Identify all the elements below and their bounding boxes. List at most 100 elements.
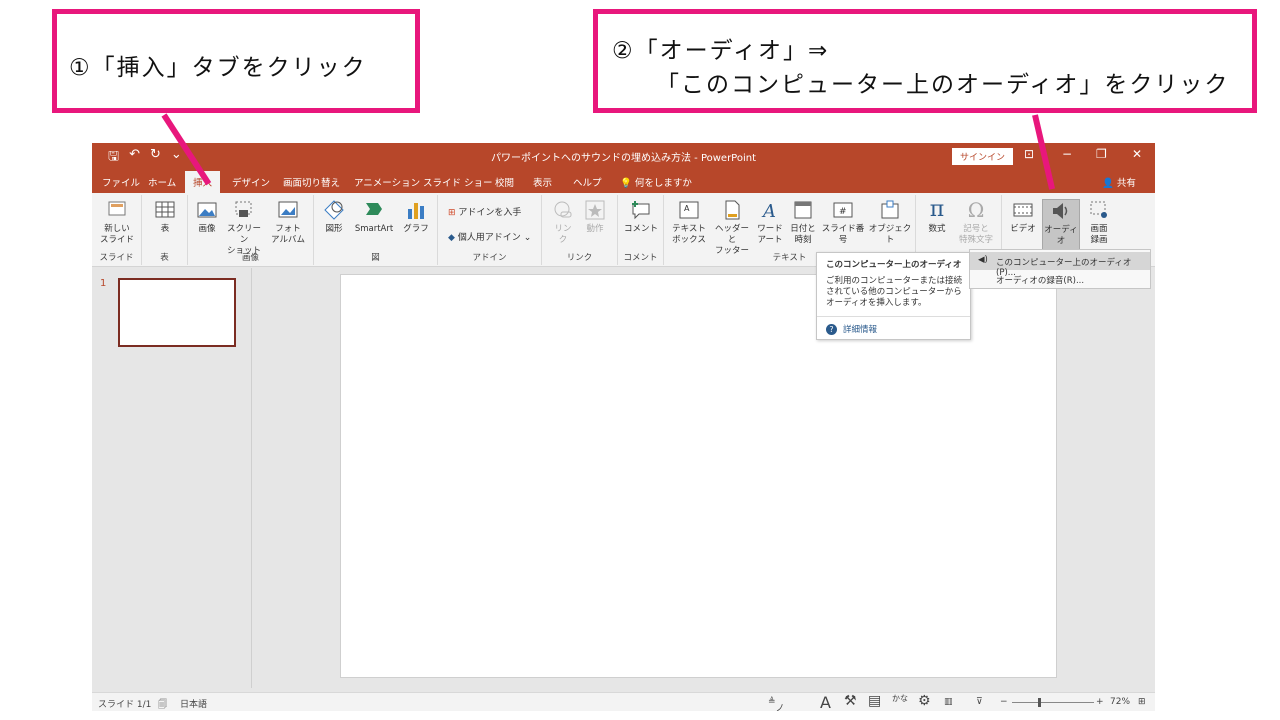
get-addins-button[interactable]: ⊞ アドインを入手 <box>448 205 521 218</box>
share-button[interactable]: 👤 共有 <box>1102 175 1136 189</box>
screen-record-label-1: 画面 <box>1090 224 1108 234</box>
slide-thumbnail[interactable] <box>118 278 236 347</box>
font-size-icon[interactable]: A <box>820 693 831 711</box>
tab-home[interactable]: ホーム <box>148 175 176 189</box>
reading-view-icon[interactable]: ▥ <box>944 697 953 707</box>
header-footer-icon <box>725 200 740 220</box>
ribbon-display-icon[interactable]: ⊡ <box>1024 147 1034 161</box>
chart-button[interactable]: グラフ <box>402 199 430 235</box>
audio-button[interactable]: オーディオ <box>1042 199 1080 253</box>
smartart-button[interactable]: SmartArt <box>350 199 398 235</box>
fit-slide-icon[interactable]: ⊞ <box>1138 697 1146 707</box>
slide-number-icon: # <box>833 202 853 218</box>
slide-number-button[interactable]: # スライド番号 <box>820 199 866 246</box>
object-button[interactable]: オブジェクト <box>868 199 912 246</box>
menu-item-record-audio-label: オーディオの録音(R)... <box>996 276 1085 286</box>
chart-label: グラフ <box>403 224 429 234</box>
wordart-label-1: ワード <box>757 224 783 234</box>
signin-button[interactable]: サインイン <box>952 148 1014 165</box>
menu-item-audio-on-pc[interactable]: ◀) このコンピューター上のオーディオ(P)... <box>970 252 1150 278</box>
tab-file[interactable]: ファイル <box>102 175 140 189</box>
wordart-button[interactable]: A ワード アート <box>754 199 786 246</box>
tab-help[interactable]: ヘルプ <box>573 175 602 189</box>
symbol-button[interactable]: Ω 記号と 特殊文字 <box>954 199 998 246</box>
screenshot-button[interactable]: スクリーン ショット <box>224 199 264 257</box>
zoom-slider[interactable] <box>1012 702 1094 703</box>
link-button[interactable]: リン ク <box>550 199 576 246</box>
image-icon <box>197 202 217 218</box>
new-slide-icon <box>108 201 126 216</box>
get-addins-label: アドインを入手 <box>458 208 522 218</box>
photo-album-label-1: フォト <box>275 224 301 234</box>
action-button[interactable]: 動作 <box>582 199 608 235</box>
group-images-label: 画像 <box>241 253 259 263</box>
callout-step1-text: ①「挿入」タブをクリック <box>69 55 367 81</box>
tab-transitions[interactable]: 画面切り替え <box>283 175 340 189</box>
zoom-level[interactable]: 72% <box>1110 697 1130 707</box>
my-addins-button[interactable]: ◆ 個人用アドイン ⌄ <box>448 230 531 243</box>
group-images: 画像 スクリーン ショット フォト アルバム 画像 <box>188 195 314 265</box>
tab-view[interactable]: 表示 <box>533 175 552 189</box>
header-footer-label-1: ヘッダーと <box>714 224 749 245</box>
textbox-button[interactable]: A テキスト ボックス <box>670 199 708 246</box>
tell-me-label: 何をしますか <box>634 178 692 189</box>
settings-gear-icon[interactable]: ⚙ <box>918 693 931 709</box>
link-label-2: ク <box>558 235 568 245</box>
shapes-button[interactable]: 図形 <box>320 199 348 235</box>
callout-step2: ②「オーディオ」⇒ 「このコンピューター上のオーディオ」をクリック <box>593 9 1257 113</box>
screen-record-button[interactable]: 画面 録画 <box>1084 199 1114 246</box>
camera-icon <box>235 201 252 217</box>
slideshow-view-icon[interactable]: ⊽ <box>976 697 983 707</box>
tell-me-search[interactable]: 💡 何をしますか <box>620 175 692 189</box>
slide-thumbnail-pane: 1 <box>92 268 252 688</box>
slide-thumb-number: 1 <box>100 278 107 289</box>
image-button[interactable]: 画像 <box>194 199 220 235</box>
minimize-icon[interactable]: − <box>1062 147 1072 161</box>
restore-icon[interactable]: ❐ <box>1096 147 1107 161</box>
group-comments-label: コメント <box>623 253 658 263</box>
new-slide-button[interactable]: 新しい スライド <box>98 199 136 246</box>
tab-review[interactable]: 校閲 <box>495 175 514 189</box>
datetime-button[interactable]: 日付と 時刻 <box>788 199 818 246</box>
video-label: ビデオ <box>1010 224 1036 234</box>
callout-step2-line2: 「このコンピューター上のオーディオ」をクリック <box>656 72 1230 98</box>
slide-position: スライド 1/1 <box>98 700 152 710</box>
zoom-in-icon[interactable]: + <box>1096 697 1104 707</box>
group-addins-label: アドイン <box>472 253 507 263</box>
symbol-label-2: 特殊文字 <box>958 235 993 245</box>
menu-item-record-audio[interactable]: オーディオの録音(R)... <box>970 270 1150 288</box>
tab-animations[interactable]: アニメーション <box>354 175 420 189</box>
action-star-icon <box>585 200 605 220</box>
video-button[interactable]: ビデオ <box>1008 199 1038 235</box>
zoom-out-icon[interactable]: − <box>1000 697 1008 707</box>
slide-number-label: スライド番号 <box>821 224 865 245</box>
new-slide-label-1: 新しい <box>104 224 130 234</box>
presenter-icon[interactable]: ▤ <box>868 693 881 709</box>
tab-slideshow[interactable]: スライド ショー <box>423 175 493 189</box>
group-comments: コメント コメント <box>618 195 664 265</box>
header-footer-button[interactable]: ヘッダーと フッター <box>712 199 752 257</box>
equation-button[interactable]: π 数式 <box>924 199 950 235</box>
table-button[interactable]: 表 <box>152 199 178 235</box>
spellcheck-icon[interactable]: 🗐 <box>158 697 167 711</box>
zoom-slider-thumb[interactable] <box>1038 698 1041 707</box>
pi-icon: π <box>929 197 945 222</box>
tab-design[interactable]: デザイン <box>232 175 270 189</box>
callout-step2-line1: ②「オーディオ」⇒ <box>612 38 830 64</box>
wordart-label-2: アート <box>757 235 783 245</box>
ink-icon[interactable]: ⚒ <box>844 693 857 709</box>
language[interactable]: 日本語 <box>180 697 207 710</box>
photo-album-button[interactable]: フォト アルバム <box>268 199 308 246</box>
tooltip-more-label: 詳細情報 <box>843 325 878 335</box>
tooltip-more-info[interactable]: ? 詳細情報 <box>826 323 877 335</box>
comment-button[interactable]: コメント <box>624 199 658 235</box>
equation-label: 数式 <box>928 224 946 234</box>
kana-icon[interactable]: かな <box>892 693 908 704</box>
audio-dropdown-menu: ◀) このコンピューター上のオーディオ(P)... オーディオの録音(R)... <box>969 249 1151 289</box>
close-icon[interactable]: ✕ <box>1132 147 1142 161</box>
group-tables: 表 表 <box>142 195 188 265</box>
notes-button[interactable]: ≜ ノート <box>768 697 785 711</box>
group-illustrations-label: 図 <box>371 253 380 263</box>
textbox-label-2: ボックス <box>672 235 706 245</box>
group-illustrations: 図形 SmartArt グラフ 図 <box>314 195 438 265</box>
